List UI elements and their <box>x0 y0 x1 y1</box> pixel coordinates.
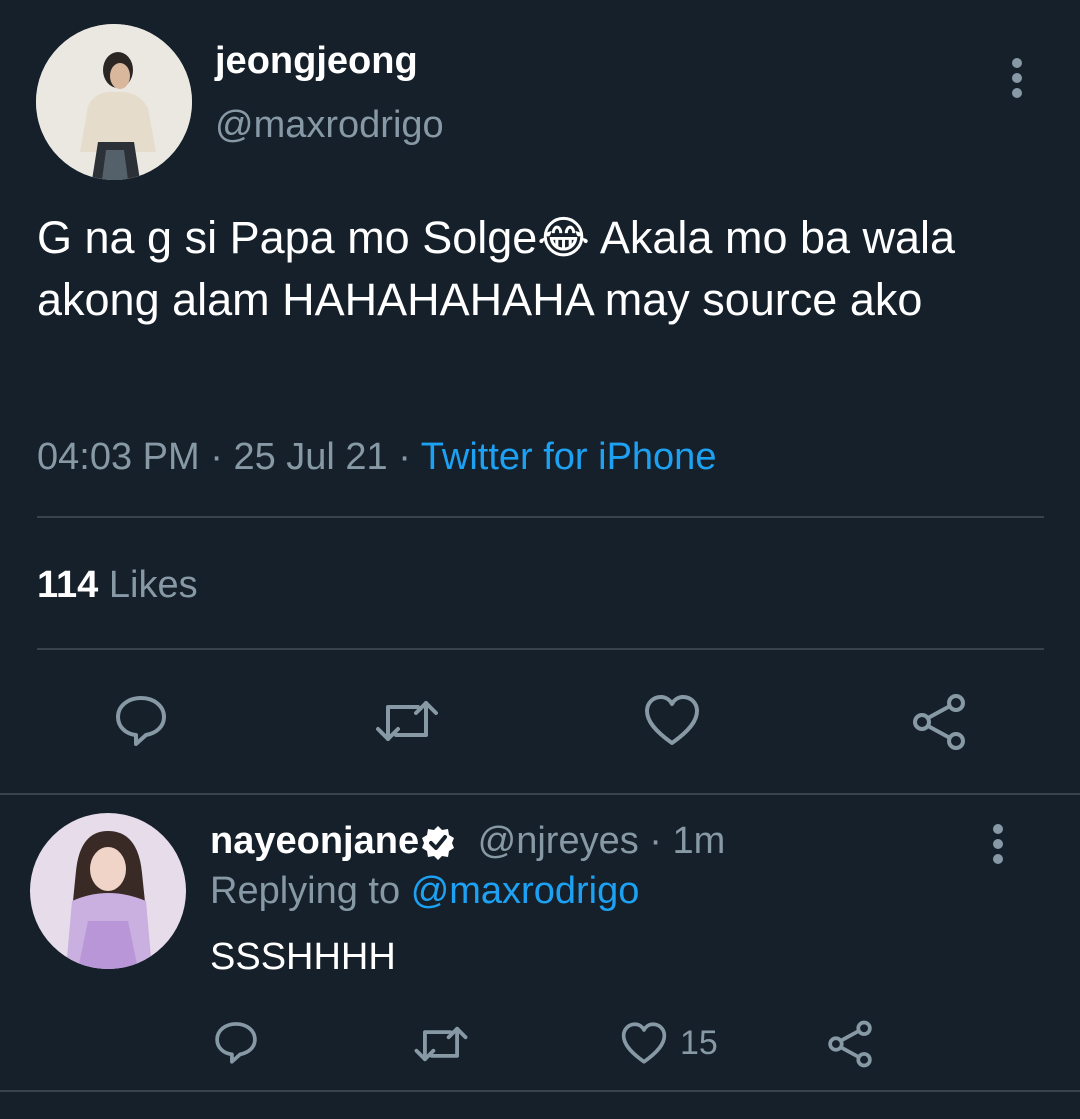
reply-share-button[interactable] <box>826 1020 874 1068</box>
divider <box>37 648 1044 650</box>
retweet-button[interactable] <box>374 695 440 747</box>
reply-like-count: 15 <box>680 1023 718 1062</box>
reply-text: SSSHHHH <box>210 936 396 978</box>
reply-avatar-photo <box>30 813 186 969</box>
author-display-name[interactable]: jeongjeong <box>215 40 418 83</box>
reply-icon <box>215 1022 257 1064</box>
reply-header: nayeonjane @njreyes · 1m <box>210 820 725 863</box>
reply-reply-button[interactable] <box>212 1019 260 1065</box>
replying-to-handle[interactable]: @maxrodrigo <box>411 870 640 912</box>
verified-badge-icon <box>422 825 455 860</box>
author-avatar[interactable] <box>36 24 192 180</box>
likes-stat[interactable]: 114 Likes <box>37 564 198 607</box>
tweet-date: 25 Jul 21 <box>233 436 388 478</box>
more-vertical-icon <box>993 824 1003 834</box>
tweet-more-button[interactable] <box>1011 58 1023 103</box>
reply-retweet-button[interactable] <box>413 1022 469 1066</box>
share-button[interactable] <box>910 693 968 751</box>
divider <box>0 1090 1080 1092</box>
reply-more-button[interactable] <box>992 824 1004 869</box>
divider <box>0 793 1080 795</box>
more-dot <box>993 854 1003 864</box>
heart-icon <box>621 1022 667 1064</box>
more-vertical-icon <box>1012 58 1022 68</box>
likes-label: Likes <box>108 564 198 606</box>
replying-to-line: Replying to @maxrodrigo <box>210 870 639 913</box>
divider <box>37 516 1044 518</box>
meta-separator: · <box>210 436 223 478</box>
reply-button[interactable] <box>112 692 170 748</box>
tweet-source-link[interactable]: Twitter for iPhone <box>421 436 717 478</box>
tweet-text: G na g si Papa mo Solge😂 Akala mo ba wal… <box>37 212 956 325</box>
author-handle[interactable]: @maxrodrigo <box>215 104 444 147</box>
reply-icon <box>116 696 166 746</box>
reply-like-button[interactable]: 15 <box>620 1021 718 1065</box>
reply-time: · 1m <box>649 820 726 862</box>
tweet-meta: 04:03 PM · 25 Jul 21 · Twitter for iPhon… <box>37 436 716 479</box>
reply-author-name[interactable]: nayeonjane <box>210 820 419 862</box>
retweet-icon <box>376 701 438 741</box>
share-icon <box>828 1020 872 1068</box>
heart-icon <box>645 695 699 745</box>
tweet-time: 04:03 PM <box>37 436 200 478</box>
like-button[interactable] <box>643 693 701 747</box>
retweet-icon <box>414 1026 468 1062</box>
more-dot <box>1012 73 1022 83</box>
replying-to-label: Replying to <box>210 870 401 912</box>
avatar-photo <box>36 24 192 180</box>
likes-count: 114 <box>37 564 99 606</box>
more-dot <box>993 839 1003 849</box>
share-icon <box>913 694 965 750</box>
meta-separator: · <box>398 436 411 478</box>
reply-author-avatar[interactable] <box>30 813 186 969</box>
reply-author-handle[interactable]: @njreyes <box>478 820 639 862</box>
more-dot <box>1012 88 1022 98</box>
